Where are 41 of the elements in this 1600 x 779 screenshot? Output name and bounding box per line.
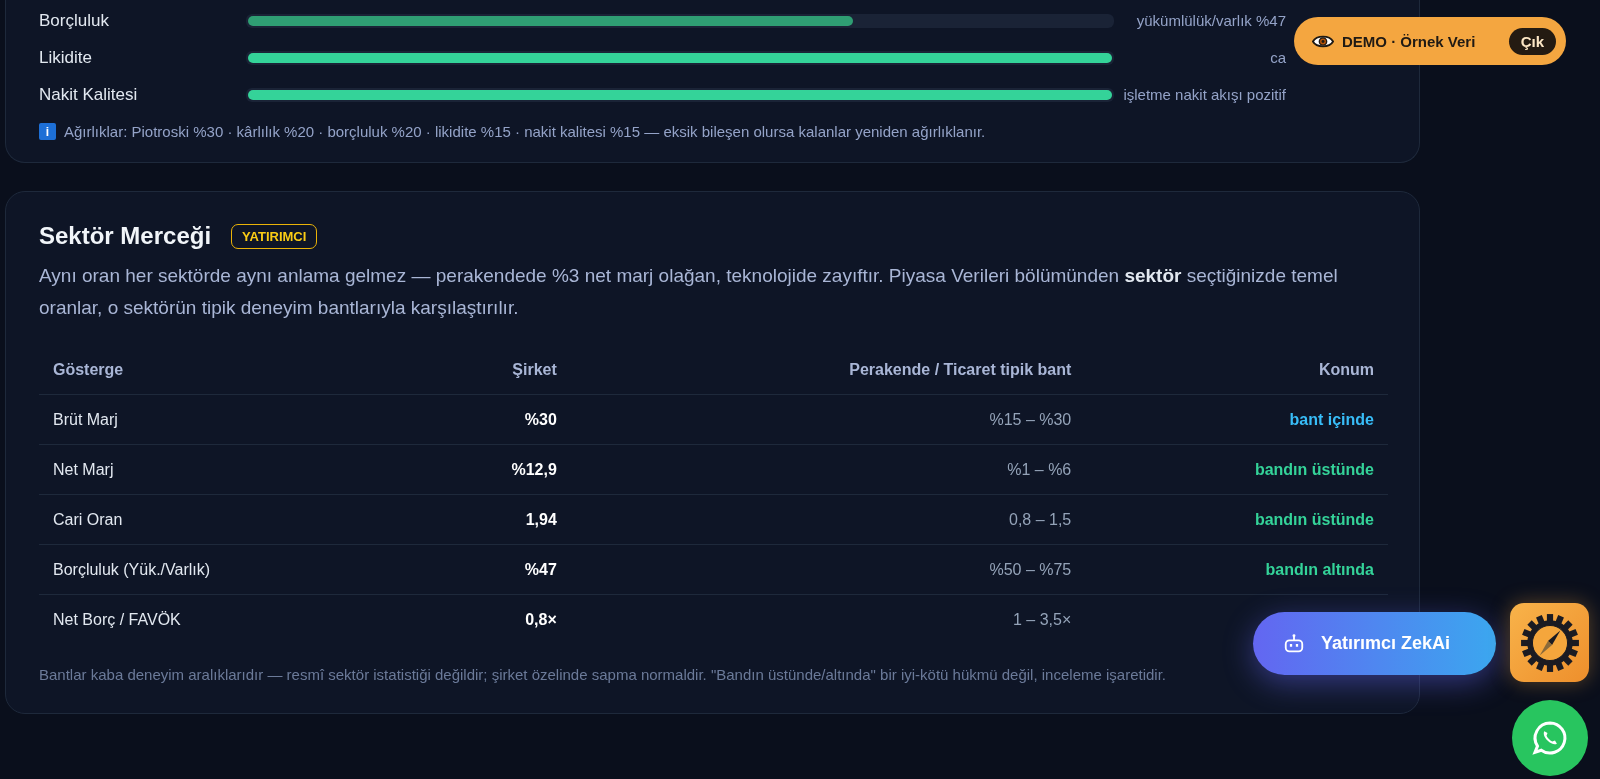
- info-icon: i: [39, 123, 56, 140]
- table-cell: Borçluluk (Yük./Varlık): [39, 544, 420, 595]
- demo-label: DEMO · Örnek Veri: [1342, 32, 1476, 50]
- column-header: Şirket: [419, 346, 571, 395]
- metric-label: Likidite: [39, 47, 93, 68]
- table-cell: Net Marj: [39, 444, 420, 495]
- metric-note: yükümlülük/varlık %47: [1135, 12, 1286, 29]
- table-cell: Brüt Marj: [39, 394, 420, 445]
- metric-note: ca: [1269, 49, 1286, 66]
- role-badge: YATIRIMCI: [231, 223, 318, 249]
- table-cell: %47: [419, 544, 571, 595]
- table-cell: bandın üstünde: [1085, 444, 1388, 495]
- weights-note: Ağırlıklar: Piotroski %30 · kârlılık %20 · borçluluk %20 · likidite %15 · nakit kalitesi %15 — eksik bileşen olursa kalanlar yeniden ağırlıklanır.: [64, 123, 986, 140]
- table-cell: 0,8×: [419, 594, 571, 644]
- table-cell: bandın altında: [1085, 544, 1388, 595]
- table-cell: 0,8 – 1,5: [570, 494, 1086, 545]
- table-cell: %30: [419, 394, 571, 445]
- table-cell: bandın üstünde: [1085, 494, 1388, 545]
- table-cell: 1,94: [419, 494, 571, 545]
- table-cell: %50 – %75: [570, 544, 1086, 595]
- table-cell: bant içinde: [1085, 394, 1388, 445]
- metric-note: işletme nakit akışı pozitif: [1122, 86, 1286, 103]
- footnote: Bantlar kaba deneyim aralıklarıdır — resmî sektör istatistiği değildir; şirket özelinde sapma normaldir. "Bandın üstünde/altında" bir iyi-kötü hükmü değil, inceleme işaretidir.: [39, 666, 1167, 683]
- metric-label: Nakit Kalitesi: [39, 84, 139, 105]
- table-cell: %15 – %30: [570, 394, 1086, 445]
- section-title: Sektör Merceği: [39, 222, 212, 250]
- table-cell: %12,9: [419, 444, 571, 495]
- column-header: Konum: [1085, 346, 1388, 395]
- robot-icon: [1283, 632, 1305, 655]
- column-header: Perakende / Ticaret tipik bant: [570, 346, 1086, 395]
- exit-demo-button[interactable]: Çık: [1508, 27, 1556, 55]
- assistant-button[interactable]: Yatırımcı ZekAi: [1253, 612, 1496, 675]
- table-cell: %1 – %6: [570, 444, 1086, 495]
- table-cell: Net Borç / FAVÖK: [39, 594, 420, 644]
- compass-gear-icon[interactable]: [1510, 603, 1589, 682]
- table-cell: 1 – 3,5×: [570, 594, 1086, 644]
- table-cell: Cari Oran: [39, 494, 420, 545]
- eye-icon: [1312, 33, 1334, 49]
- column-header: Gösterge: [39, 346, 420, 395]
- metric-label: Borçluluk: [39, 10, 110, 31]
- section-description: Aynı oran her sektörde aynı anlama gelmez — perakendede %3 net marj olağan, teknolojide zayıftır. Piyasa Verileri bölümünden sektör seçtiğinizde temel oranlar, o sektörün tipik deneyim bantlarıyla karşılaştırılır.: [39, 264, 1339, 320]
